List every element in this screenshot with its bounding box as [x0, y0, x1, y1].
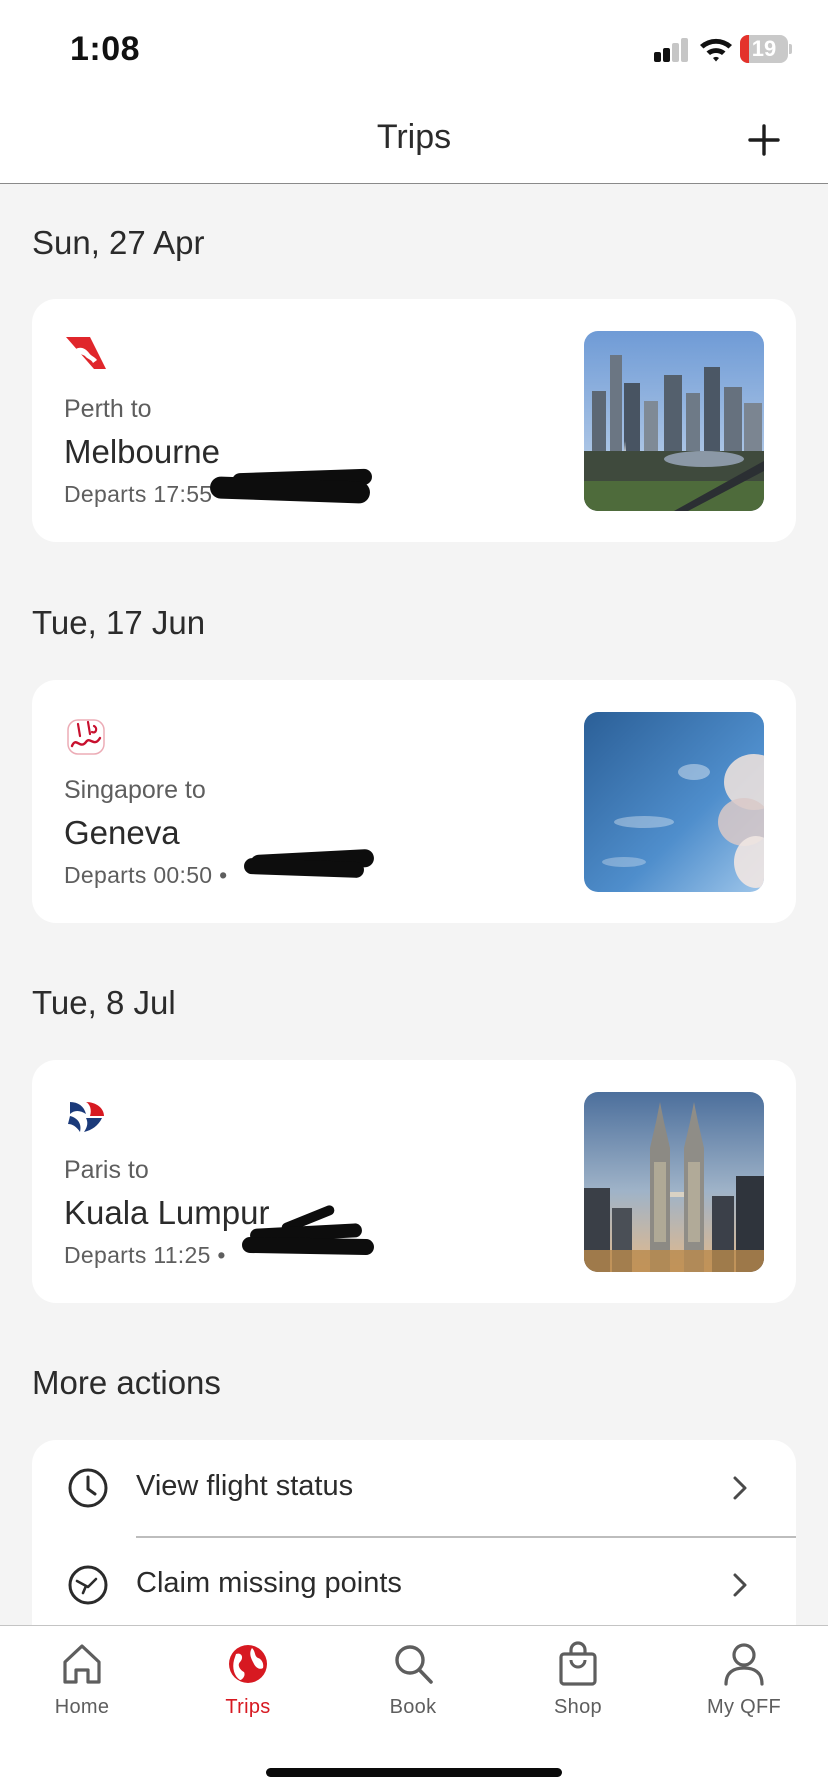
wifi-icon — [700, 38, 732, 62]
clock-icon — [68, 1468, 108, 1508]
page-title: Trips — [376, 118, 452, 156]
plus-icon — [748, 124, 780, 156]
trip-departure: Departs 11:25 • — [64, 1242, 226, 1268]
action-label: View flight status — [136, 1470, 354, 1502]
battery-icon: 19 — [740, 35, 792, 63]
redaction-mark — [243, 857, 365, 879]
trip-origin: Paris to — [64, 1156, 149, 1184]
globe-icon — [229, 1645, 267, 1683]
trip-card-kuala-lumpur[interactable]: Paris to Kuala Lumpur Departs 11:25 • — [32, 1060, 796, 1303]
shopping-bag-icon — [559, 1641, 597, 1686]
claim-missing-points-row[interactable]: Claim missing points — [32, 1537, 796, 1626]
petronas-towers-photo — [584, 1092, 764, 1272]
status-time: 1:08 — [70, 30, 141, 68]
bottom-tab-bar: Home Trips Book Shop My QFF — [0, 1625, 828, 1792]
home-indicator[interactable] — [266, 1768, 562, 1777]
trip-departure: Departs 00:50 • — [64, 862, 228, 888]
chevron-right-icon — [733, 1476, 747, 1500]
trip-origin: Singapore to — [64, 776, 206, 804]
tab-book[interactable]: Book — [353, 1640, 473, 1740]
trip-departure: Departs 17:55 — [64, 481, 213, 507]
add-trip-button[interactable] — [736, 112, 792, 168]
user-icon — [724, 1643, 764, 1686]
melbourne-skyline-photo — [584, 331, 764, 511]
trip-origin: Perth to — [64, 395, 152, 423]
trip-destination: Kuala Lumpur — [64, 1194, 270, 1231]
trip-destination: Geneva — [64, 814, 180, 851]
trip-date-header: Sun, 27 Apr — [32, 224, 205, 261]
tab-label: Shop — [554, 1696, 602, 1718]
tab-label: Home — [54, 1696, 110, 1718]
qantas-kangaroo-icon — [66, 337, 106, 369]
tab-label: Book — [389, 1696, 437, 1718]
tab-my-qff[interactable]: My QFF — [684, 1640, 804, 1740]
emirates-calligraphy-icon — [67, 719, 105, 755]
chevron-right-icon — [733, 1573, 747, 1597]
action-label: Claim missing points — [136, 1567, 402, 1599]
home-icon — [63, 1644, 101, 1684]
more-actions-title: More actions — [32, 1364, 221, 1401]
sky-clouds-photo — [584, 712, 764, 892]
trip-card-melbourne[interactable]: Perth to Melbourne Departs 17:55 — [32, 299, 796, 542]
tab-label: My QFF — [706, 1696, 781, 1718]
trips-list: Sun, 27 Apr Perth to Melbourne Departs 1… — [0, 186, 828, 1626]
tab-shop[interactable]: Shop — [518, 1640, 638, 1740]
status-bar: 1:08 19 — [0, 0, 828, 96]
trip-date-header: Tue, 17 Jun — [32, 604, 206, 641]
tab-home[interactable]: Home — [22, 1640, 142, 1740]
tab-label: Trips — [225, 1696, 271, 1718]
malaysia-airlines-kite-icon — [68, 1102, 104, 1132]
more-actions-list: View flight status Claim missing points — [32, 1440, 796, 1626]
trip-card-geneva[interactable]: Singapore to Geneva Departs 00:50 • — [32, 680, 796, 923]
clock-plane-icon — [68, 1565, 108, 1605]
trip-date-header: Tue, 8 Jul — [32, 984, 176, 1021]
tab-trips[interactable]: Trips — [188, 1640, 308, 1740]
redaction-mark — [241, 1236, 375, 1256]
redaction-mark — [209, 476, 371, 504]
view-flight-status-row[interactable]: View flight status — [32, 1440, 796, 1538]
cellular-signal-icon — [654, 38, 688, 62]
search-icon — [395, 1645, 433, 1684]
battery-level: 19 — [751, 36, 777, 61]
trip-destination: Melbourne — [64, 433, 220, 470]
nav-header: Trips — [0, 96, 828, 184]
